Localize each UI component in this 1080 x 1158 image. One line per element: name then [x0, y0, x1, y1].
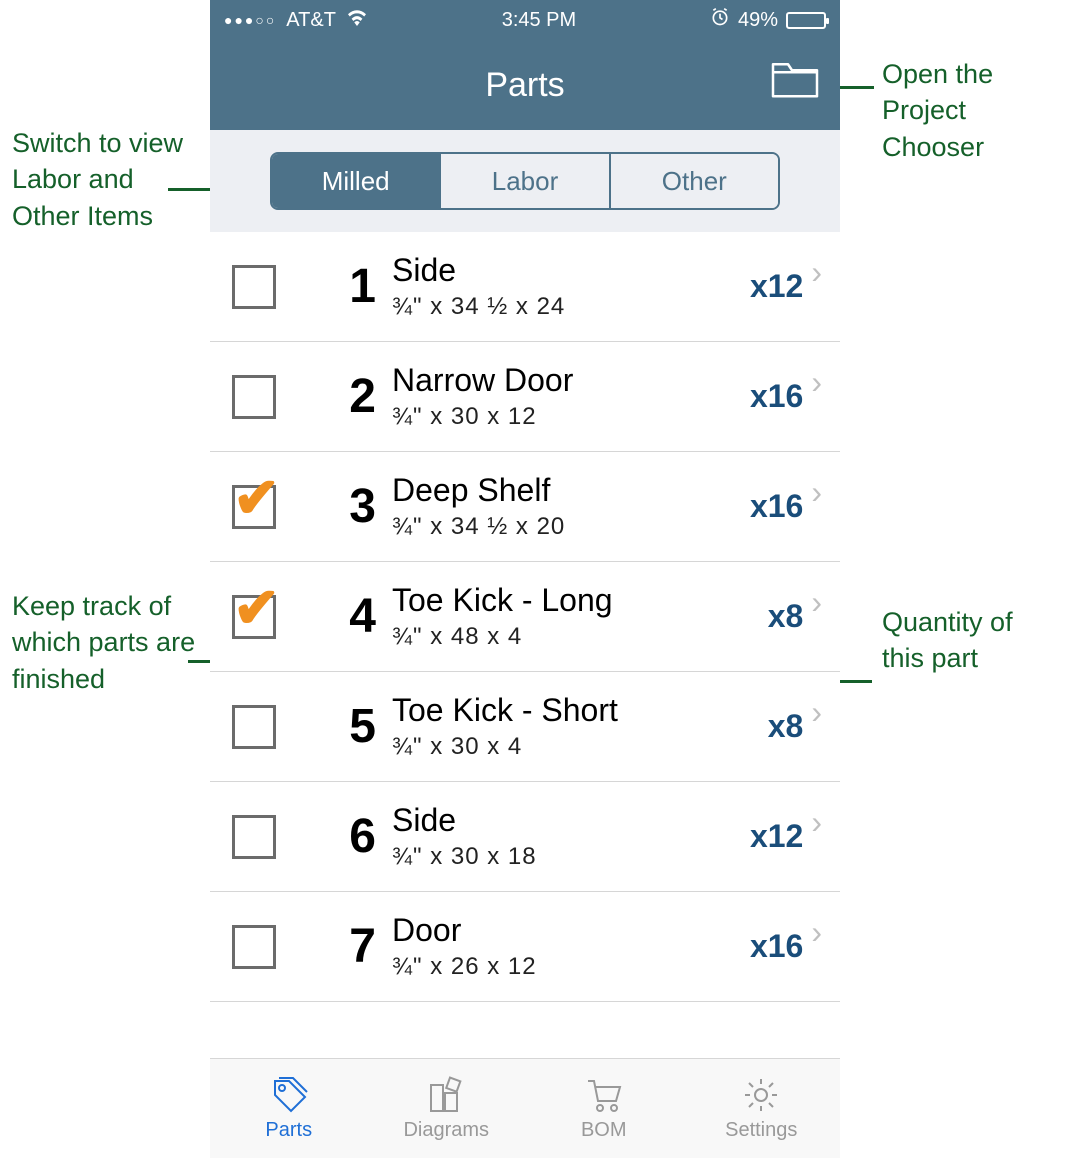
- row-number: 2: [296, 369, 376, 424]
- part-quantity: x12: [750, 818, 803, 855]
- annotation-folder: Open the Project Chooser: [882, 56, 1062, 165]
- tab-bom[interactable]: BOM: [525, 1059, 683, 1158]
- tab-parts[interactable]: Parts: [210, 1059, 368, 1158]
- part-name: Toe Kick - Long: [392, 582, 768, 619]
- chevron-right-icon: ›: [811, 694, 822, 731]
- segmented-control: Milled Labor Other: [270, 152, 780, 210]
- battery-icon: [786, 12, 826, 29]
- part-quantity: x12: [750, 268, 803, 305]
- part-row[interactable]: ✔ 4 Toe Kick - Long ¾" x 48 x 4x8›: [210, 562, 840, 672]
- segment-milled[interactable]: Milled: [272, 154, 441, 208]
- annotation-checkbox: Keep track of which parts are finished: [12, 588, 212, 697]
- chevron-right-icon: ›: [811, 584, 822, 621]
- part-quantity: x8: [768, 598, 804, 635]
- tab-settings[interactable]: Settings: [683, 1059, 841, 1158]
- part-row[interactable]: ✔ 3 Deep Shelf ¾" x 34 ½ x 20x16›: [210, 452, 840, 562]
- tag-icon: [269, 1075, 309, 1115]
- carrier-label: AT&T: [286, 9, 336, 32]
- alarm-icon: [710, 7, 730, 33]
- checkbox[interactable]: [232, 265, 276, 309]
- checkbox[interactable]: ✔: [232, 485, 276, 529]
- part-quantity: x8: [768, 708, 804, 745]
- annotation-qty: Quantity of this part: [882, 604, 1062, 677]
- tab-bar: Parts Diagrams BOM: [210, 1058, 840, 1158]
- part-name: Side: [392, 802, 750, 839]
- part-dimensions: ¾" x 30 x 4: [392, 733, 768, 761]
- row-number: 1: [296, 259, 376, 314]
- gear-icon: [741, 1075, 781, 1115]
- row-info: Toe Kick - Long ¾" x 48 x 4: [392, 582, 768, 651]
- part-dimensions: ¾" x 30 x 18: [392, 843, 750, 871]
- folder-icon: [770, 60, 820, 100]
- part-quantity: x16: [750, 378, 803, 415]
- nav-bar: Parts: [210, 40, 840, 130]
- segment-other[interactable]: Other: [611, 154, 778, 208]
- row-info: Door ¾" x 26 x 12: [392, 912, 750, 981]
- segment-labor[interactable]: Labor: [441, 154, 610, 208]
- chevron-right-icon: ›: [811, 364, 822, 401]
- part-row[interactable]: 1 Side ¾" x 34 ½ x 24x12›: [210, 232, 840, 342]
- part-dimensions: ¾" x 48 x 4: [392, 623, 768, 651]
- row-info: Narrow Door ¾" x 30 x 12: [392, 362, 750, 431]
- chevron-right-icon: ›: [811, 804, 822, 841]
- battery-pct: 49%: [738, 9, 778, 32]
- part-dimensions: ¾" x 34 ½ x 20: [392, 513, 750, 541]
- checkbox[interactable]: [232, 375, 276, 419]
- part-row[interactable]: 7 Door ¾" x 26 x 12x16›: [210, 892, 840, 1002]
- part-name: Door: [392, 912, 750, 949]
- tab-label: Parts: [265, 1119, 312, 1142]
- annotation-segments: Switch to view Labor and Other Items: [12, 125, 202, 234]
- segment-bar: Milled Labor Other: [210, 130, 840, 232]
- part-dimensions: ¾" x 26 x 12: [392, 953, 750, 981]
- row-info: Deep Shelf ¾" x 34 ½ x 20: [392, 472, 750, 541]
- status-bar: ●●●○○ AT&T 3:45 PM 49%: [210, 0, 840, 40]
- chevron-right-icon: ›: [811, 254, 822, 291]
- part-row[interactable]: 6 Side ¾" x 30 x 18x12›: [210, 782, 840, 892]
- row-info: Side ¾" x 34 ½ x 24: [392, 252, 750, 321]
- row-number: 7: [296, 919, 376, 974]
- part-name: Narrow Door: [392, 362, 750, 399]
- tab-label: Settings: [725, 1119, 797, 1142]
- part-dimensions: ¾" x 30 x 12: [392, 403, 750, 431]
- checkbox[interactable]: [232, 925, 276, 969]
- phone-frame: ●●●○○ AT&T 3:45 PM 49% Parts Milled Labo…: [210, 0, 840, 1158]
- part-name: Toe Kick - Short: [392, 692, 768, 729]
- part-name: Side: [392, 252, 750, 289]
- page-title: Parts: [485, 66, 564, 105]
- project-chooser-button[interactable]: [770, 60, 820, 105]
- cart-icon: [584, 1075, 624, 1115]
- diagram-icon: [426, 1075, 466, 1115]
- row-number: 5: [296, 699, 376, 754]
- part-row[interactable]: 2 Narrow Door ¾" x 30 x 12x16›: [210, 342, 840, 452]
- row-number: 3: [296, 479, 376, 534]
- clock-label: 3:45 PM: [502, 9, 576, 32]
- checkbox[interactable]: ✔: [232, 595, 276, 639]
- row-info: Side ¾" x 30 x 18: [392, 802, 750, 871]
- row-number: 6: [296, 809, 376, 864]
- row-number: 4: [296, 589, 376, 644]
- tab-label: BOM: [581, 1119, 627, 1142]
- chevron-right-icon: ›: [811, 914, 822, 951]
- part-name: Deep Shelf: [392, 472, 750, 509]
- checkmark-icon: ✔: [233, 470, 280, 526]
- signal-dots-icon: ●●●○○: [224, 12, 276, 28]
- checkbox[interactable]: [232, 705, 276, 749]
- tab-diagrams[interactable]: Diagrams: [368, 1059, 526, 1158]
- part-quantity: x16: [750, 928, 803, 965]
- tab-label: Diagrams: [403, 1119, 489, 1142]
- chevron-right-icon: ›: [811, 474, 822, 511]
- part-row[interactable]: 5 Toe Kick - Short ¾" x 30 x 4x8›: [210, 672, 840, 782]
- row-info: Toe Kick - Short ¾" x 30 x 4: [392, 692, 768, 761]
- part-dimensions: ¾" x 34 ½ x 24: [392, 293, 750, 321]
- wifi-icon: [346, 8, 368, 32]
- parts-list: 1Side¾" x 34 ½ x 24x12›2Narrow Door¾" x …: [210, 232, 840, 1002]
- checkbox[interactable]: [232, 815, 276, 859]
- part-quantity: x16: [750, 488, 803, 525]
- checkmark-icon: ✔: [233, 580, 280, 636]
